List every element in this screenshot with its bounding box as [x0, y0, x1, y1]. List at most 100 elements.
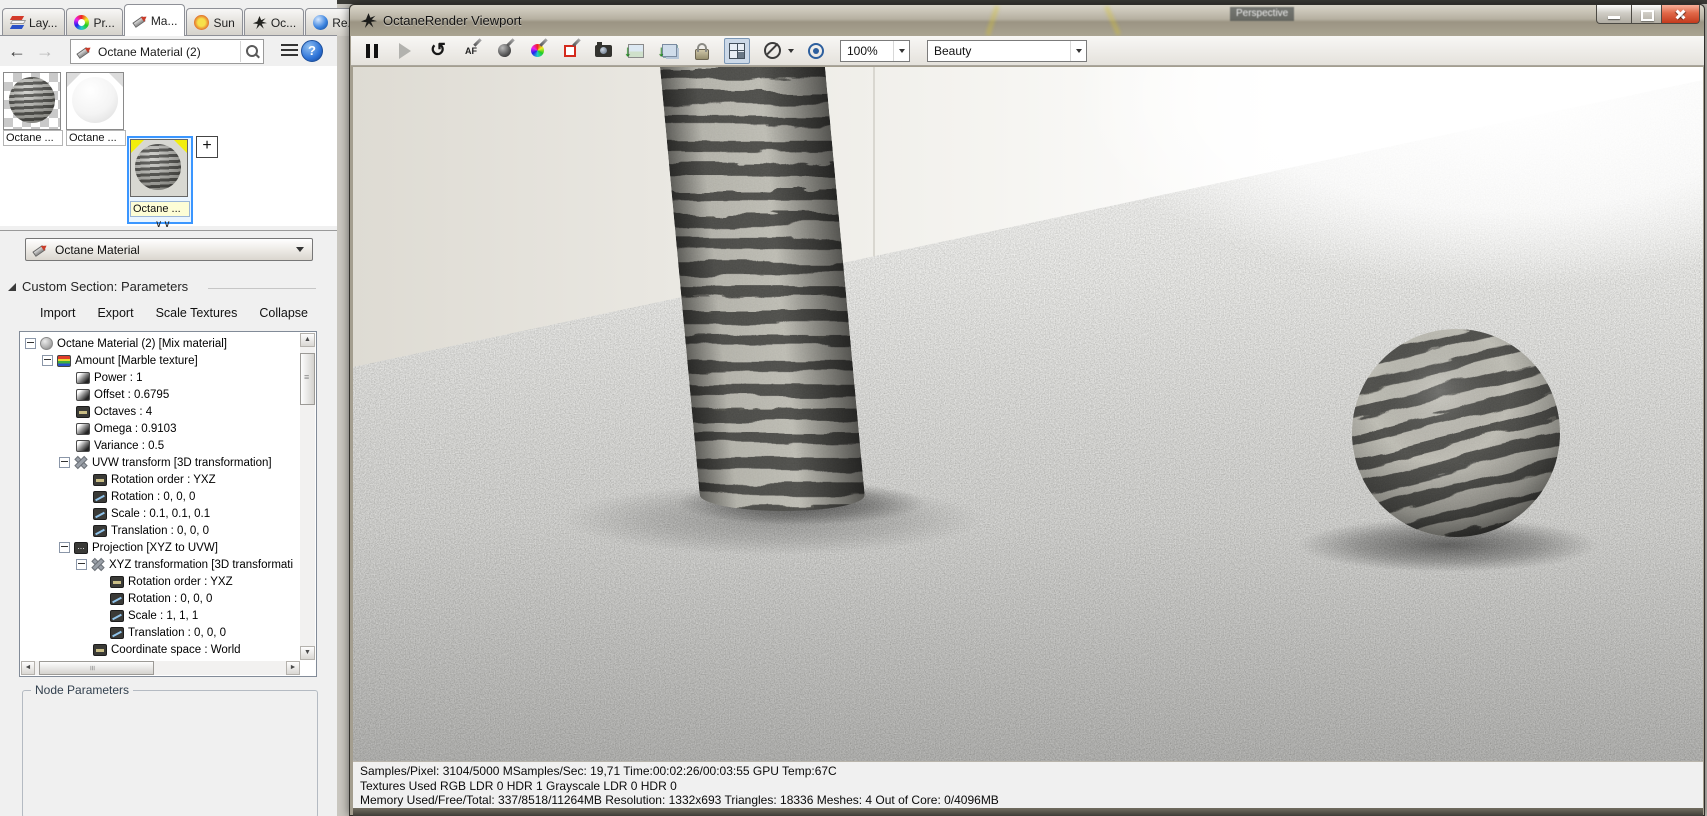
tree-item-label[interactable]: Scale : 0.1, 0.1, 0.1 — [111, 508, 210, 520]
tree-item-label[interactable]: Octane Material (2) [Mix material] — [57, 338, 227, 350]
tree-item-label[interactable]: Offset : 0.6795 — [94, 389, 169, 401]
tab-properties[interactable]: Pr... — [66, 8, 123, 36]
tree-expander[interactable] — [59, 457, 70, 468]
white-balance-picker-button[interactable] — [526, 40, 548, 62]
tree-item-label[interactable]: Coordinate space : World — [111, 644, 241, 656]
collapse-chevrons-icon[interactable]: ∨∨ — [155, 219, 172, 230]
forward-button[interactable]: → — [36, 41, 54, 62]
lock-button[interactable] — [691, 40, 713, 62]
tree-row[interactable]: Octane Material (2) [Mix material] — [25, 335, 299, 352]
chevron-down-icon[interactable] — [1070, 40, 1086, 61]
material-swatch-label[interactable]: Octane ... — [66, 130, 126, 146]
tree-row[interactable]: UVW transform [3D transformation] — [59, 454, 299, 471]
material-picker-button[interactable] — [493, 40, 515, 62]
tree-expander[interactable] — [25, 338, 36, 349]
tree-row[interactable]: Omega : 0.9103 — [59, 420, 299, 437]
tree-row[interactable]: Amount [Marble texture] — [42, 352, 299, 369]
tree-item-label[interactable]: Octaves : 4 — [94, 406, 152, 418]
search-input[interactable]: Octane Material (2) — [98, 45, 240, 59]
tree-row[interactable]: Coordinate space : World — [76, 641, 299, 658]
tree-row[interactable]: Power : 1 — [59, 369, 299, 386]
tree-item-label[interactable]: XYZ transformation [3D transformati — [109, 559, 293, 571]
import-button[interactable]: Import — [40, 306, 75, 320]
tree-item-label[interactable]: Variance : 0.5 — [94, 440, 164, 452]
tree-item-label[interactable]: Rotation : 0, 0, 0 — [128, 593, 212, 605]
section-collapse-icon[interactable] — [8, 282, 16, 291]
scroll-up-button[interactable]: ▲ — [300, 333, 315, 347]
tree-row[interactable]: Scale : 1, 1, 1 — [93, 607, 299, 624]
section-header[interactable]: Custom Section: Parameters — [8, 279, 188, 294]
material-swatch[interactable] — [66, 72, 124, 130]
tree-horizontal-scrollbar[interactable]: ◄ ► — [21, 661, 300, 675]
focus-button[interactable] — [805, 40, 827, 62]
search-button[interactable] — [240, 41, 263, 62]
window-titlebar[interactable]: Perspective OctaneRender Viewport — [350, 5, 1704, 36]
material-swatch-label[interactable]: Octane ... — [3, 130, 63, 146]
tab-materials[interactable]: Ma... — [123, 4, 186, 36]
zoom-level-dropdown[interactable]: 100% — [840, 39, 910, 62]
scroll-down-button[interactable]: ▼ — [300, 646, 315, 660]
help-button[interactable]: ? — [301, 40, 323, 62]
close-button[interactable] — [1662, 5, 1700, 24]
quad-view-button[interactable] — [724, 37, 750, 64]
tree-item-label[interactable]: Scale : 1, 1, 1 — [128, 610, 198, 622]
tree-row[interactable]: Scale : 0.1, 0.1, 0.1 — [76, 505, 299, 522]
tree-item-label[interactable]: Rotation order : YXZ — [111, 474, 216, 486]
tab-layers[interactable]: Lay... — [2, 8, 66, 36]
clay-mode-button[interactable] — [761, 40, 783, 62]
tree-expander[interactable] — [76, 559, 87, 570]
tree-item-label[interactable]: Projection [XYZ to UVW] — [92, 542, 218, 554]
restart-render-button[interactable]: ↺ — [427, 40, 449, 62]
tree-item-label[interactable]: UVW transform [3D transformation] — [92, 457, 272, 469]
tab-sun[interactable]: Sun — [186, 8, 243, 36]
tree-row[interactable]: Offset : 0.6795 — [59, 386, 299, 403]
tree-row[interactable]: Rotation order : YXZ — [76, 471, 299, 488]
scale-textures-button[interactable]: Scale Textures — [156, 306, 238, 320]
tree-expander[interactable] — [42, 355, 53, 366]
selected-swatch-frame[interactable]: Octane ... — [127, 136, 193, 224]
render-view[interactable] — [353, 67, 1703, 761]
chevron-down-icon[interactable] — [893, 40, 909, 61]
tree-row[interactable]: XYZ transformation [3D transformati — [76, 556, 299, 573]
tree-row[interactable]: Rotation : 0, 0, 0 — [93, 590, 299, 607]
material-type-dropdown[interactable]: Octane Material — [25, 238, 313, 261]
maximize-button[interactable] — [1632, 5, 1662, 24]
material-swatch-label[interactable]: Octane ... — [130, 201, 190, 217]
render-pass-dropdown[interactable]: Beauty — [927, 39, 1087, 62]
tree-item-label[interactable]: Rotation : 0, 0, 0 — [111, 491, 195, 503]
tree-item-label[interactable]: Omega : 0.9103 — [94, 423, 176, 435]
scrollbar-thumb[interactable] — [300, 353, 315, 405]
tree-row[interactable]: Translation : 0, 0, 0 — [93, 624, 299, 641]
material-swatch-selected[interactable] — [130, 139, 188, 197]
menu-button[interactable] — [281, 44, 298, 59]
collapse-button[interactable]: Collapse — [259, 306, 308, 320]
back-button[interactable]: ← — [8, 41, 26, 62]
tree-item-label[interactable]: Power : 1 — [94, 372, 143, 384]
chevron-down-icon[interactable] — [788, 48, 794, 53]
tree-row[interactable]: Rotation order : YXZ — [93, 573, 299, 590]
resume-render-button[interactable] — [394, 40, 416, 62]
region-picker-button[interactable] — [559, 40, 581, 62]
pause-render-button[interactable] — [361, 40, 383, 62]
tree-item-label[interactable]: Rotation order : YXZ — [128, 576, 233, 588]
autofocus-picker-button[interactable]: AF — [460, 40, 482, 62]
tree-row[interactable]: Variance : 0.5 — [59, 437, 299, 454]
scrollbar-thumb[interactable] — [39, 661, 154, 675]
save-image-button[interactable] — [624, 40, 647, 62]
save-passes-button[interactable] — [658, 40, 680, 62]
scroll-left-button[interactable]: ◄ — [21, 661, 35, 675]
tree-expander[interactable] — [59, 542, 70, 553]
tree-item-label[interactable]: Translation : 0, 0, 0 — [111, 525, 209, 537]
snapshot-button[interactable] — [592, 40, 614, 62]
material-swatch[interactable] — [3, 72, 61, 130]
material-search-box[interactable]: Octane Material (2) — [70, 39, 264, 64]
tab-octane[interactable]: Oc... — [243, 8, 305, 36]
minimize-button[interactable] — [1596, 5, 1632, 24]
tree-row[interactable]: Translation : 0, 0, 0 — [76, 522, 299, 539]
tree-item-label[interactable]: Translation : 0, 0, 0 — [128, 627, 226, 639]
add-material-button[interactable]: + — [196, 136, 218, 158]
tree-row[interactable]: Octaves : 4 — [59, 403, 299, 420]
export-button[interactable]: Export — [97, 306, 133, 320]
tree-item-label[interactable]: Amount [Marble texture] — [75, 355, 198, 367]
tree-row[interactable]: Rotation : 0, 0, 0 — [76, 488, 299, 505]
